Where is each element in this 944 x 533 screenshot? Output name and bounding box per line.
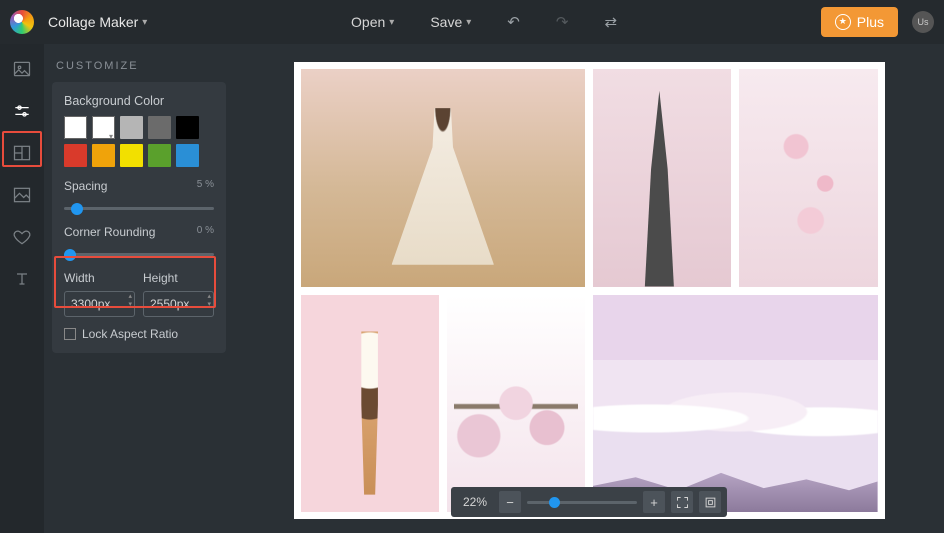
top-center: Open ▾ Save ▾ ↶ ↷ ⇄: [147, 13, 820, 31]
zoom-bar: 22% − +: [451, 487, 727, 517]
plus-button[interactable]: Plus: [821, 7, 898, 37]
redo-button[interactable]: ↷: [556, 13, 569, 31]
layout-tool[interactable]: [11, 142, 33, 164]
lock-aspect-row[interactable]: Lock Aspect Ratio: [64, 327, 214, 341]
side-panel: CUSTOMIZE Background Color Spacing: [44, 44, 234, 533]
collage-img-4[interactable]: [301, 295, 439, 513]
swatch-green[interactable]: [148, 144, 171, 167]
heart-tool[interactable]: [11, 226, 33, 248]
collage-top-right: [593, 69, 878, 287]
swatch-lightgray[interactable]: [120, 116, 143, 139]
width-input[interactable]: [64, 291, 135, 317]
bgcolor-label: Background Color: [64, 94, 214, 108]
user-short: Us: [918, 17, 929, 27]
spacing-label: Spacing: [64, 179, 107, 193]
chevron-down-icon: ▾: [466, 17, 471, 28]
swatch-black[interactable]: [176, 116, 199, 139]
background-tool[interactable]: [11, 184, 33, 206]
save-menu[interactable]: Save ▾: [430, 14, 471, 30]
zoom-percent: 22%: [457, 495, 493, 509]
app-title-text: Collage Maker: [48, 14, 138, 30]
open-menu[interactable]: Open ▾: [351, 14, 394, 30]
zoom-out-button[interactable]: −: [499, 491, 521, 513]
collage-canvas[interactable]: [294, 62, 885, 519]
zoom-slider[interactable]: [527, 501, 637, 504]
swatch-row-1: [64, 116, 214, 139]
app-logo[interactable]: [10, 10, 34, 34]
user-avatar[interactable]: Us: [912, 11, 934, 33]
corner-row: Corner Rounding 0 %: [64, 225, 214, 259]
collage-bottom-left: [301, 295, 586, 513]
dimensions-box: Width ▴▾ Height ▴▾: [64, 271, 214, 317]
corner-value: 0 %: [197, 225, 214, 239]
chevron-down-icon: ▾: [389, 17, 394, 28]
swatch-orange[interactable]: [92, 144, 115, 167]
height-spinner[interactable]: ▴▾: [207, 293, 211, 309]
collage-img-1[interactable]: [301, 69, 586, 287]
fullscreen-button[interactable]: [699, 491, 721, 513]
collage-img-2[interactable]: [593, 69, 731, 287]
save-label: Save: [430, 14, 462, 30]
star-icon: [835, 14, 851, 30]
lock-aspect-checkbox[interactable]: [64, 328, 76, 340]
canvas-area: 22% − +: [234, 44, 944, 533]
app-title-dropdown[interactable]: Collage Maker ▾: [48, 14, 147, 30]
width-label: Width: [64, 271, 135, 285]
corner-label: Corner Rounding: [64, 225, 155, 239]
undo-button[interactable]: ↶: [507, 13, 520, 31]
height-label: Height: [143, 271, 214, 285]
swatch-blue[interactable]: [176, 144, 199, 167]
panel-title: CUSTOMIZE: [44, 60, 234, 82]
top-right: Plus Us: [821, 7, 934, 37]
zoom-in-button[interactable]: +: [643, 491, 665, 513]
spacing-slider[interactable]: [64, 207, 214, 210]
settings-tool[interactable]: [11, 100, 33, 122]
customize-card: Background Color Spacing 5 %: [52, 82, 226, 353]
main: CUSTOMIZE Background Color Spacing: [0, 44, 944, 533]
left-toolbar: [0, 44, 44, 533]
open-label: Open: [351, 14, 385, 30]
swatch-red[interactable]: [64, 144, 87, 167]
collage-img-5[interactable]: [447, 295, 585, 513]
swatch-white-selected[interactable]: [92, 116, 115, 139]
width-spinner[interactable]: ▴▾: [128, 293, 132, 309]
swatch-white[interactable]: [64, 116, 87, 139]
image-tool[interactable]: [11, 58, 33, 80]
height-input[interactable]: [143, 291, 214, 317]
shuffle-button[interactable]: ⇄: [604, 13, 617, 31]
collage-img-6[interactable]: [593, 295, 878, 513]
text-tool[interactable]: [11, 268, 33, 290]
fit-to-screen-button[interactable]: [671, 491, 693, 513]
lock-aspect-label: Lock Aspect Ratio: [82, 327, 178, 341]
swatch-gray[interactable]: [148, 116, 171, 139]
top-bar: Collage Maker ▾ Open ▾ Save ▾ ↶ ↷ ⇄ Plus…: [0, 0, 944, 44]
plus-label: Plus: [857, 14, 884, 30]
swatch-yellow[interactable]: [120, 144, 143, 167]
collage-img-3[interactable]: [739, 69, 877, 287]
spacing-row: Spacing 5 %: [64, 179, 214, 213]
spacing-value: 5 %: [197, 179, 214, 193]
swatch-row-2: [64, 144, 214, 167]
corner-slider[interactable]: [64, 253, 214, 256]
